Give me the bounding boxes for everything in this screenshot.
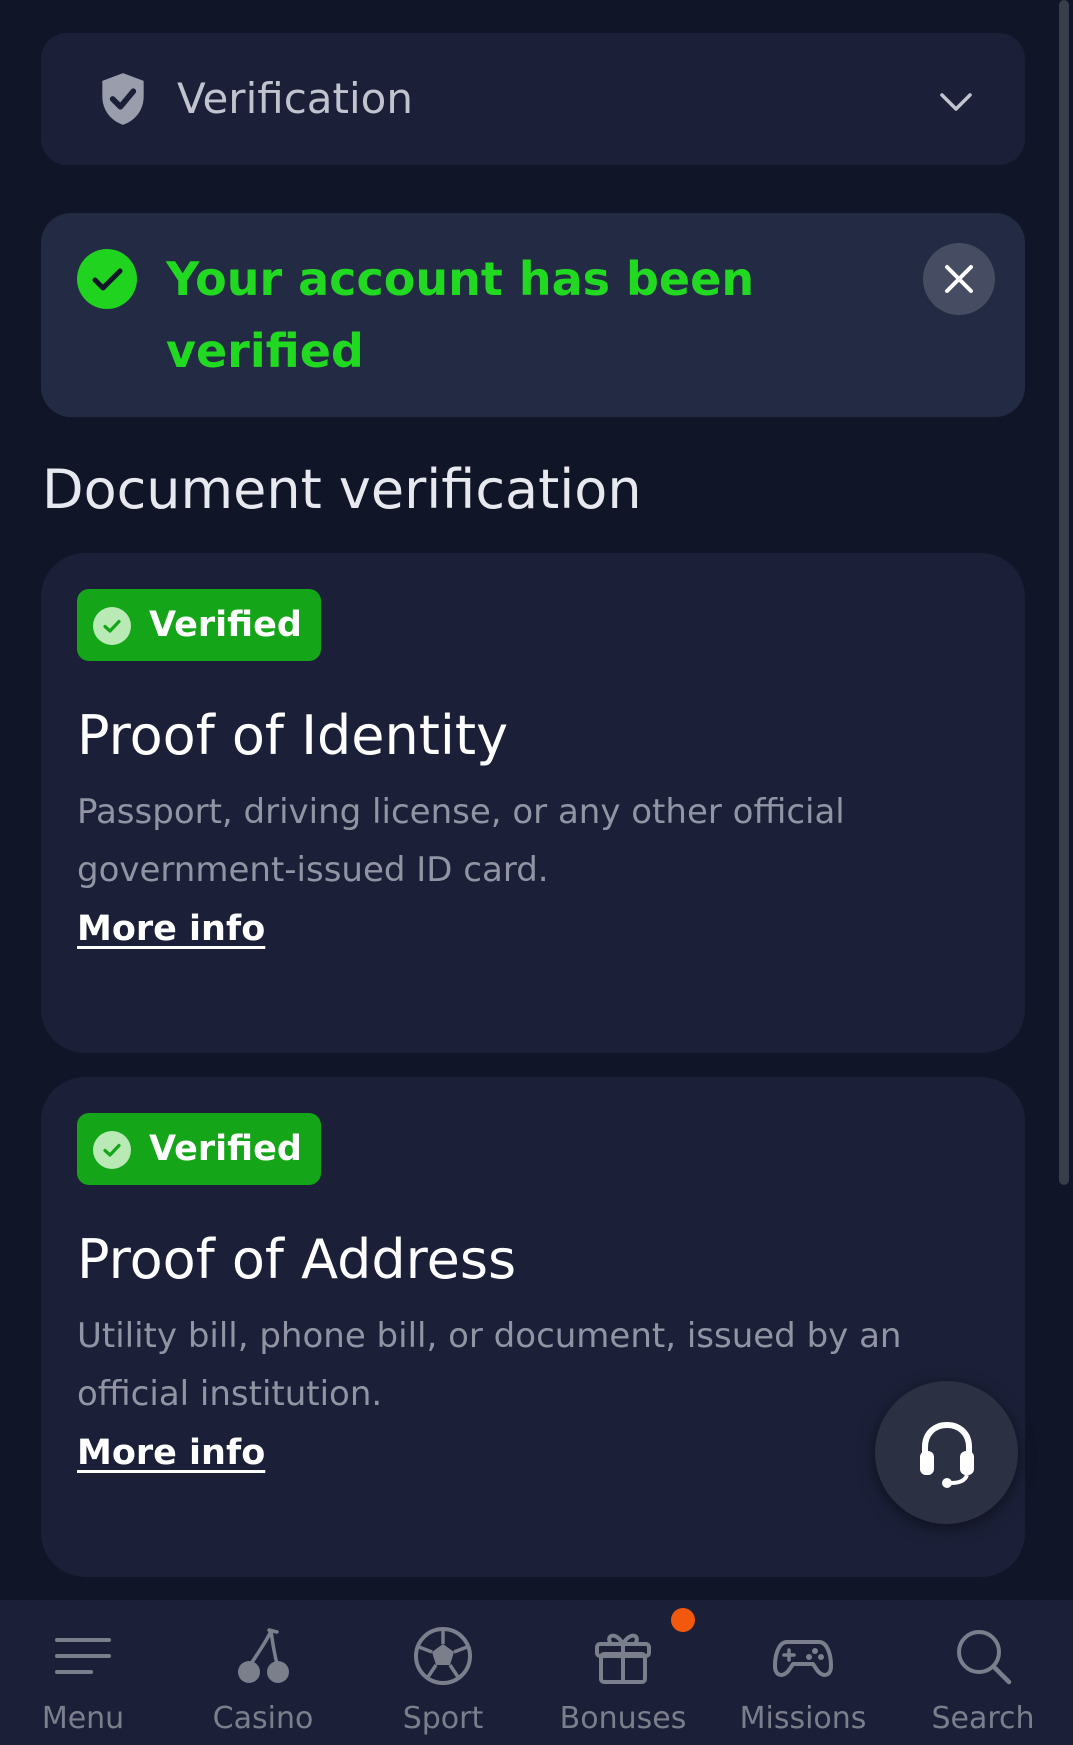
menu-icon	[55, 1638, 111, 1674]
nav-item-casino[interactable]: Casino	[173, 1600, 353, 1745]
headset-icon	[920, 1421, 974, 1488]
more-info-link[interactable]: More info	[77, 905, 265, 953]
section-title: Document verification	[42, 458, 642, 521]
document-card-address: Verified Proof of Address Utility bill, …	[41, 1077, 1025, 1577]
alert-message: Your account has been verified	[166, 252, 755, 378]
cherry-icon	[238, 1628, 289, 1683]
gift-icon	[595, 1633, 651, 1684]
nav-label: Casino	[212, 1701, 314, 1736]
nav-label: Search	[931, 1701, 1035, 1736]
verification-accordion[interactable]: Verification	[41, 33, 1025, 165]
document-description: Utility bill, phone bill, or document, i…	[77, 1316, 902, 1414]
nav-item-search[interactable]: Search	[893, 1600, 1073, 1745]
gamepad-icon	[773, 1640, 833, 1677]
scrollbar[interactable]	[1059, 0, 1069, 1185]
nav-label: Missions	[739, 1701, 867, 1736]
shield-icon	[102, 73, 144, 125]
notification-dot	[671, 1608, 695, 1632]
status-badge: Verified	[77, 589, 321, 661]
nav-item-missions[interactable]: Missions	[713, 1600, 893, 1745]
nav-label: Bonuses	[559, 1701, 687, 1736]
document-card-identity: Verified Proof of Identity Passport, dri…	[41, 553, 1025, 1053]
nav-label: Menu	[41, 1701, 125, 1736]
status-badge: Verified	[77, 1113, 321, 1185]
chevron-down-icon[interactable]	[935, 81, 977, 123]
check-circle-icon	[93, 607, 131, 645]
verified-alert: Your account has been verified	[41, 213, 1025, 417]
close-icon	[945, 265, 973, 293]
support-chat-button[interactable]	[875, 1381, 1018, 1524]
bottom-navigation: Menu Casino Sport Bonuses Missions Searc…	[0, 1600, 1073, 1745]
nav-item-menu[interactable]: Menu	[0, 1600, 173, 1745]
status-badge-label: Verified	[149, 1129, 302, 1169]
nav-item-sport[interactable]: Sport	[353, 1600, 533, 1745]
nav-label: Sport	[402, 1701, 484, 1736]
verification-title: Verification	[177, 74, 413, 123]
more-info-link[interactable]: More info	[77, 1429, 265, 1477]
document-title: Proof of Address	[77, 1228, 517, 1291]
check-circle-icon	[93, 1131, 131, 1169]
document-description: Passport, driving license, or any other …	[77, 792, 845, 890]
check-circle-icon	[77, 249, 137, 309]
status-badge-label: Verified	[149, 605, 302, 645]
search-icon	[957, 1630, 1012, 1685]
document-title: Proof of Identity	[77, 704, 509, 767]
soccer-ball-icon	[414, 1627, 472, 1685]
close-alert-button[interactable]	[923, 243, 995, 315]
